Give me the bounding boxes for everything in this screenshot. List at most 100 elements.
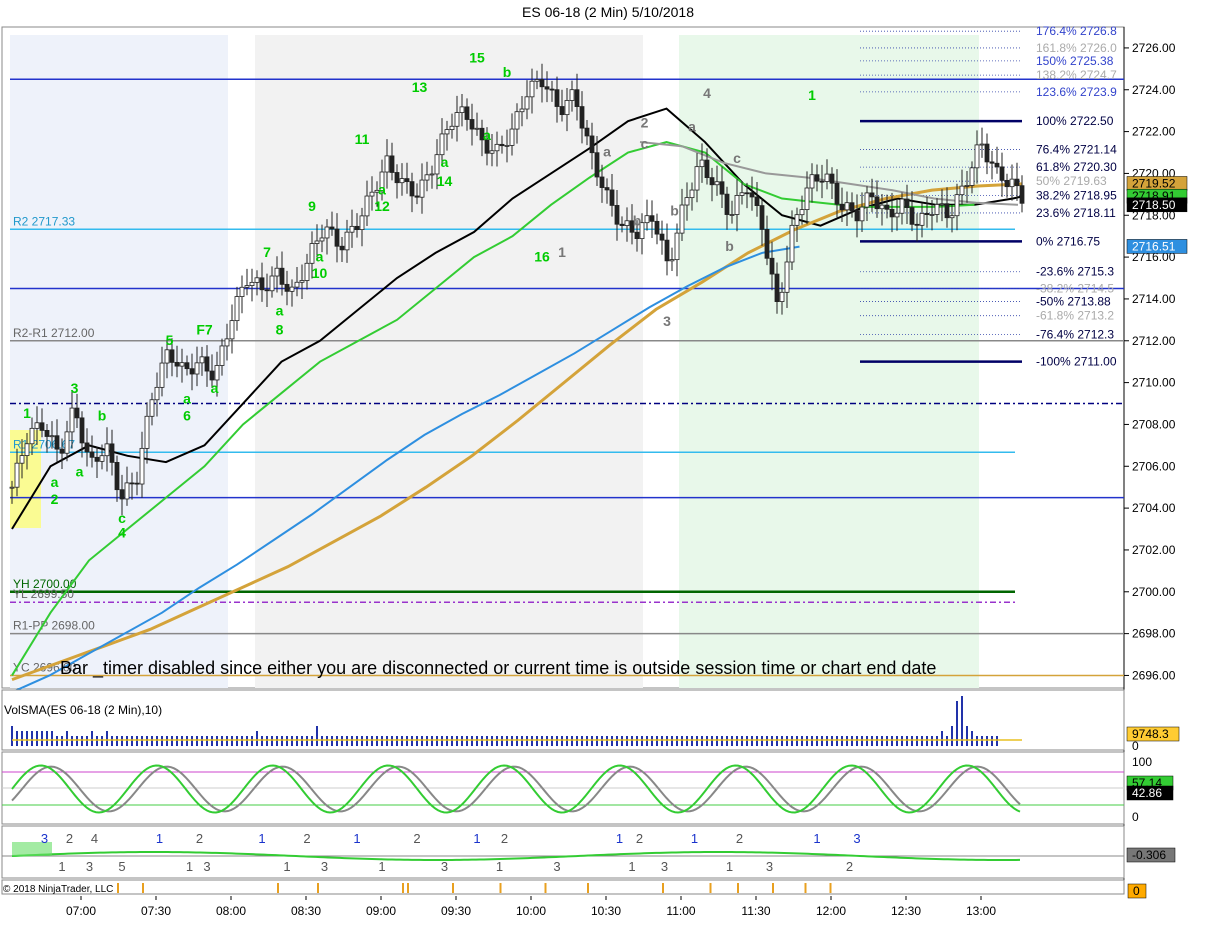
candle-body bbox=[944, 203, 950, 219]
wave-label: a bbox=[441, 154, 449, 170]
candle-body bbox=[564, 100, 570, 116]
session-marker bbox=[407, 883, 409, 893]
osc-tick-label: 100 bbox=[1132, 755, 1152, 769]
candle-body bbox=[369, 191, 375, 197]
time-tick-label: 13:00 bbox=[966, 904, 996, 918]
candle-body bbox=[969, 167, 975, 186]
candle-body bbox=[459, 106, 465, 113]
fib-label: 138.2% 2724.7 bbox=[1036, 68, 1117, 82]
candle-body bbox=[939, 203, 945, 206]
candle-body bbox=[64, 431, 70, 454]
candle-body bbox=[69, 407, 75, 433]
candle-body bbox=[924, 212, 930, 216]
fib-label: -76.4% 2712.3 bbox=[1036, 327, 1114, 341]
price-tick-label: 2724.00 bbox=[1132, 83, 1176, 97]
fib-label: 100% 2722.50 bbox=[1036, 114, 1114, 128]
candle-body bbox=[504, 145, 510, 147]
wave-count-lower: 3 bbox=[321, 859, 328, 874]
wave-label: b bbox=[725, 238, 734, 254]
candle-body bbox=[859, 206, 865, 222]
candle-body bbox=[989, 161, 995, 164]
candle-body bbox=[714, 181, 720, 186]
time-axis: 07:00 07:30 08:00 08:30 09:00 09:30 10:00 10:30… bbox=[66, 896, 996, 918]
candle-body bbox=[169, 349, 175, 363]
wave-count-lower: 3 bbox=[86, 859, 93, 874]
session-marker bbox=[829, 883, 832, 893]
wave-count-upper: 1 bbox=[616, 831, 623, 846]
candle-body bbox=[229, 320, 235, 340]
candle-body bbox=[249, 281, 255, 286]
wave-count-upper: 4 bbox=[91, 831, 98, 846]
wave-label: 16 bbox=[534, 248, 550, 264]
chart-canvas[interactable]: 2726.002724.002722.002720.002718.002716.… bbox=[0, 0, 1216, 952]
candle-body bbox=[899, 198, 905, 214]
candle-body bbox=[884, 204, 890, 210]
candle-body bbox=[794, 214, 800, 226]
candle-body bbox=[579, 106, 585, 129]
wave-count-lower: 1 bbox=[496, 859, 503, 874]
candle-body bbox=[304, 262, 310, 281]
candle-body bbox=[849, 202, 855, 212]
candle-body bbox=[864, 192, 870, 208]
wave-label: c bbox=[733, 150, 741, 166]
fib-label: 150% 2725.38 bbox=[1036, 54, 1114, 68]
wave-osc-flag-label: -0.306 bbox=[1132, 848, 1166, 862]
wave-label: a bbox=[316, 248, 324, 264]
wave-count-lower: 1 bbox=[726, 859, 733, 874]
candle-body bbox=[959, 185, 965, 196]
candle-body bbox=[984, 143, 990, 163]
wave-count-upper: 1 bbox=[156, 831, 163, 846]
candle-body bbox=[644, 215, 650, 224]
candle-body bbox=[889, 208, 895, 218]
time-tick-label: 07:00 bbox=[66, 904, 96, 918]
time-tick-label: 09:00 bbox=[366, 904, 396, 918]
candle-body bbox=[209, 370, 215, 381]
wave-count-lower: 1 bbox=[186, 859, 193, 874]
price-tick-label: 2702.00 bbox=[1132, 543, 1176, 557]
candle-body bbox=[784, 261, 790, 293]
candle-body bbox=[74, 407, 80, 419]
time-tick-label: 09:30 bbox=[441, 904, 471, 918]
candle-body bbox=[834, 182, 840, 205]
candle-body bbox=[749, 192, 755, 198]
candle-body bbox=[204, 356, 210, 372]
candle-body bbox=[419, 179, 425, 198]
level-label: R2 2717.33 bbox=[13, 214, 75, 228]
candle-body bbox=[164, 349, 170, 364]
candle-body bbox=[524, 96, 530, 110]
candle-body bbox=[434, 154, 440, 175]
candle-body bbox=[929, 214, 935, 216]
candle-body bbox=[679, 204, 685, 234]
candle-body bbox=[109, 443, 115, 463]
candle-body bbox=[139, 447, 145, 485]
session-marker bbox=[117, 883, 119, 893]
candle-body bbox=[554, 89, 560, 107]
wave-label: 7 bbox=[263, 244, 271, 260]
candle-body bbox=[439, 133, 445, 156]
osc-tick-label: 0 bbox=[1132, 810, 1139, 824]
candle-body bbox=[174, 361, 180, 367]
candle-body bbox=[909, 207, 915, 225]
wave-count-upper: 2 bbox=[66, 831, 73, 846]
candle-body bbox=[949, 215, 955, 219]
candle-body bbox=[409, 181, 415, 197]
candle-body bbox=[449, 125, 455, 131]
candle-body bbox=[874, 196, 880, 210]
osc-flag-label: 42.86 bbox=[1132, 786, 1162, 800]
wave-label: 9 bbox=[308, 198, 316, 214]
candle-body bbox=[854, 210, 860, 222]
volume-flag-label: 9748.3 bbox=[1132, 727, 1169, 741]
candle-body bbox=[94, 456, 100, 462]
wave-label: a bbox=[483, 127, 491, 143]
candle-body bbox=[609, 189, 615, 206]
candle-body bbox=[669, 259, 675, 262]
candle-body bbox=[919, 212, 925, 226]
candle-body bbox=[309, 243, 315, 264]
candle-body bbox=[239, 286, 245, 297]
price-tick-label: 2710.00 bbox=[1132, 376, 1176, 390]
price-tick-label: 2714.00 bbox=[1132, 292, 1176, 306]
wave-label: 2 bbox=[641, 114, 649, 130]
candle-body bbox=[804, 187, 810, 211]
wave-count-lower: 1 bbox=[58, 859, 65, 874]
wave-label: a bbox=[276, 303, 284, 319]
